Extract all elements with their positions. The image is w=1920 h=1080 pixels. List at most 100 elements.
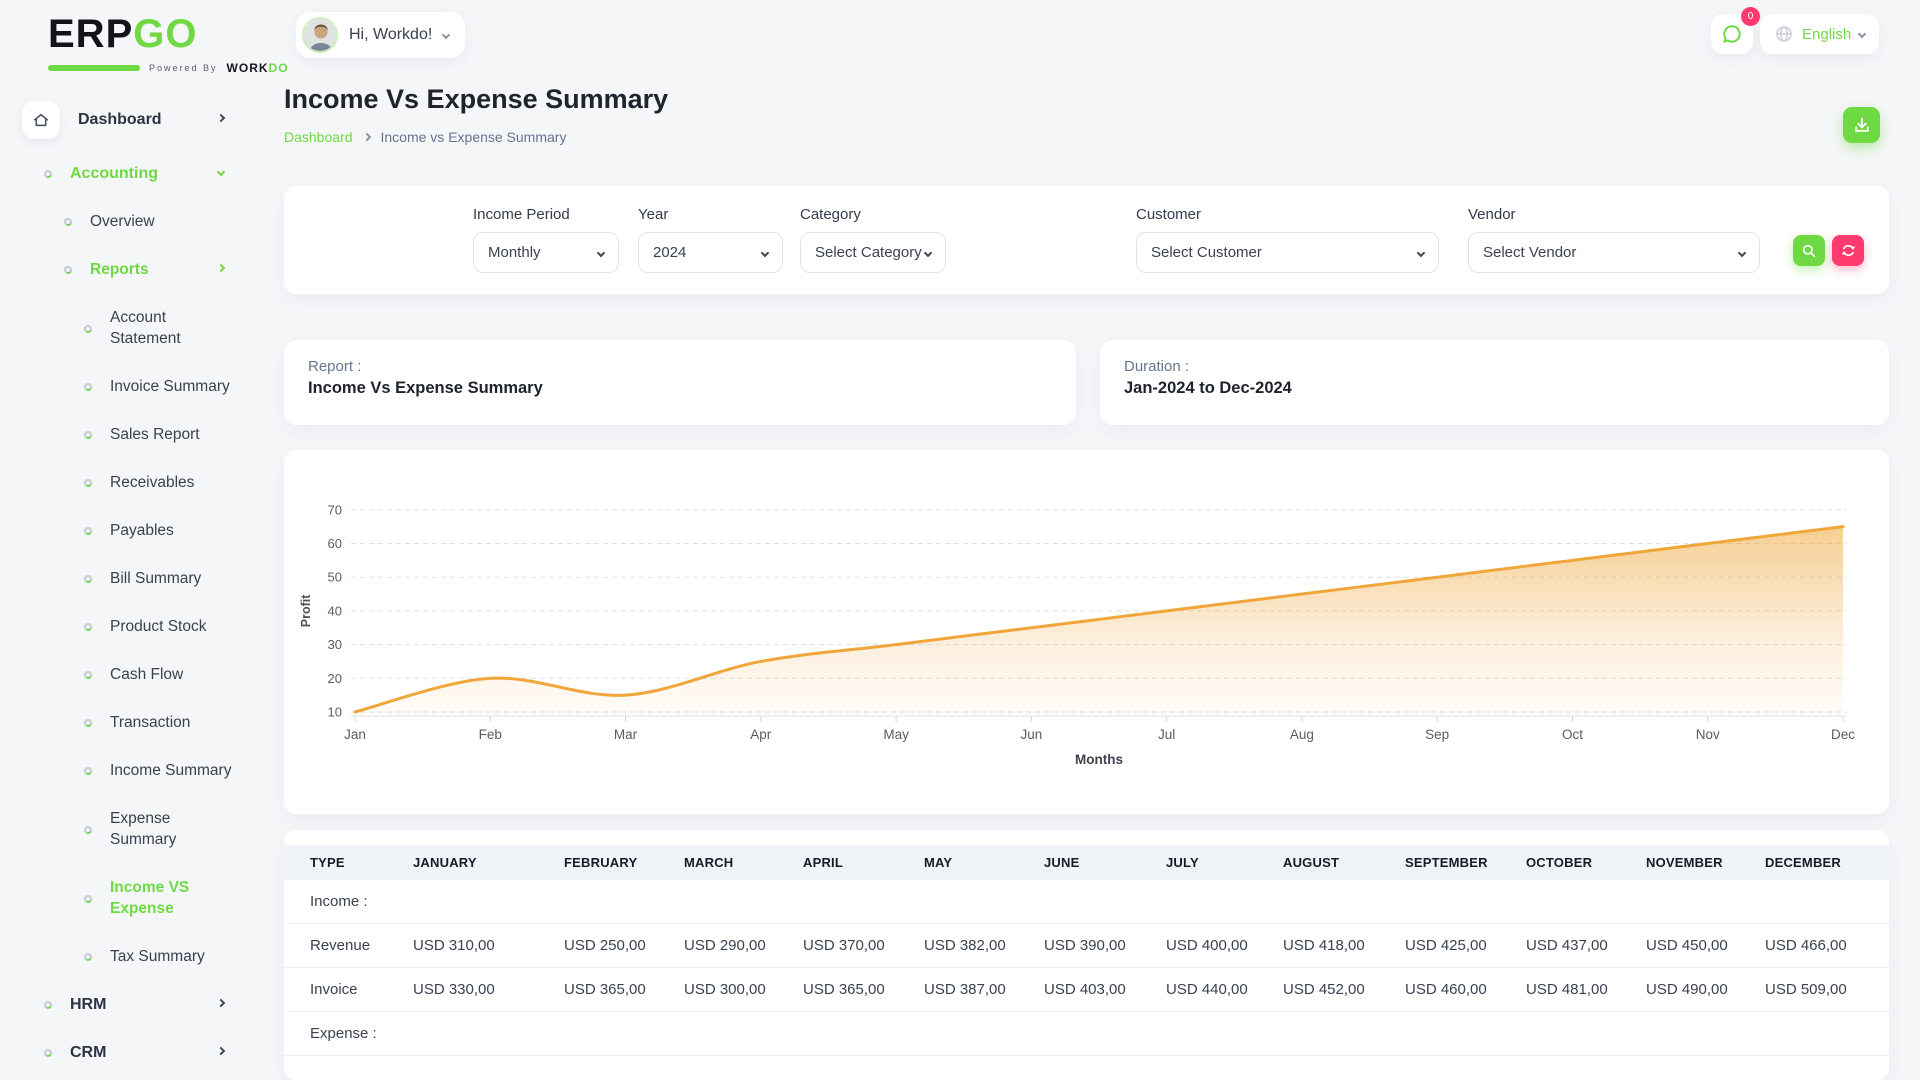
messages-button[interactable]: 0 xyxy=(1711,14,1753,54)
sidebar-item-dashboard[interactable]: Dashboard xyxy=(0,96,240,144)
table-row-revenue: RevenueUSD 310,00USD 250,00USD 290,00USD… xyxy=(284,924,1889,968)
row-value: USD 290,00 xyxy=(684,924,803,968)
sidebar-item-payables[interactable]: Payables xyxy=(0,507,240,555)
sidebar-item-expense-summary[interactable]: Expense Summary xyxy=(0,795,240,864)
select-value: Select Customer xyxy=(1151,244,1262,261)
filter-label: Vendor xyxy=(1468,206,1760,223)
year-select[interactable]: 2024 xyxy=(638,232,783,273)
sidebar-item-label: Income VS Expense xyxy=(110,878,202,920)
sidebar-item-label: Sales Report xyxy=(110,425,200,446)
table-section-row: Income : xyxy=(284,880,1889,924)
bullet-icon xyxy=(83,824,93,834)
home-icon xyxy=(22,101,60,139)
sidebar-item-hrm[interactable]: HRM xyxy=(0,981,240,1029)
sidebar-item-sales-report[interactable]: Sales Report xyxy=(0,411,240,459)
income-expense-chart-card: 10203040506070JanFebMarAprMayJunJulAugSe… xyxy=(284,450,1889,814)
table-header-march: MARCH xyxy=(684,845,803,880)
bullet-icon xyxy=(43,1000,53,1010)
chevron-down-icon xyxy=(597,248,605,256)
sidebar-item-overview[interactable]: Overview xyxy=(0,198,240,246)
row-value: USD 403,00 xyxy=(1044,968,1166,1012)
logo-underline xyxy=(48,65,140,71)
sidebar-item-income-vs-expense[interactable]: Income VS Expense xyxy=(0,864,240,933)
table-header-june: JUNE xyxy=(1044,845,1166,880)
svg-text:Sep: Sep xyxy=(1425,727,1449,742)
sidebar-item-label: Transaction xyxy=(110,713,190,734)
filter-label: Customer xyxy=(1136,206,1439,223)
row-value: USD 390,00 xyxy=(1044,924,1166,968)
svg-text:Jan: Jan xyxy=(344,727,366,742)
row-value: USD 437,00 xyxy=(1526,924,1646,968)
app-logo[interactable]: ERPGO Powered By WORKDO xyxy=(48,14,289,75)
sidebar-item-income-summary[interactable]: Income Summary xyxy=(0,747,240,795)
svg-text:Months: Months xyxy=(1075,752,1123,767)
search-button[interactable] xyxy=(1793,235,1825,266)
bullet-icon xyxy=(83,323,93,333)
chevron-right-icon xyxy=(217,999,225,1007)
table-row-invoice: InvoiceUSD 330,00USD 365,00USD 300,00USD… xyxy=(284,968,1889,1012)
sidebar-item-label: Invoice Summary xyxy=(110,377,230,398)
table-header-december: DECEMBER xyxy=(1765,845,1889,880)
filter-field-vendor: Vendor Select Vendor xyxy=(1468,206,1760,273)
filter-field-income-period: Income PeriodMonthly xyxy=(473,206,619,273)
sidebar-item-accounting[interactable]: Accounting xyxy=(0,150,240,198)
sidebar-item-label: HRM xyxy=(70,994,106,1016)
sidebar-item-label: Payables xyxy=(110,521,174,542)
income-expense-table: TYPEJANUARYFEBRUARYMARCHAPRILMAYJUNEJULY… xyxy=(284,845,1889,1056)
page-title: Income Vs Expense Summary xyxy=(284,84,668,115)
svg-text:Profit: Profit xyxy=(299,594,313,627)
table-section-row: Expense : xyxy=(284,1012,1889,1056)
svg-text:Nov: Nov xyxy=(1696,727,1720,742)
bullet-icon xyxy=(83,430,93,440)
language-label: English xyxy=(1802,26,1851,43)
sidebar-item-crm[interactable]: CRM xyxy=(0,1029,240,1077)
chevron-down-icon xyxy=(1738,248,1746,256)
svg-text:Aug: Aug xyxy=(1290,727,1314,742)
category-select[interactable]: Select Category xyxy=(800,232,946,273)
filter-label: Category xyxy=(800,206,946,223)
sidebar-item-reports[interactable]: Reports xyxy=(0,246,240,294)
sidebar-item-receivables[interactable]: Receivables xyxy=(0,459,240,507)
download-icon xyxy=(1853,116,1871,134)
sidebar-item-tax-summary[interactable]: Tax Summary xyxy=(0,933,240,981)
chevron-down-icon xyxy=(442,31,450,39)
row-value: USD 365,00 xyxy=(564,968,684,1012)
report-card: Report : Income Vs Expense Summary xyxy=(284,340,1076,425)
sidebar-item-transaction[interactable]: Transaction xyxy=(0,699,240,747)
row-value: USD 450,00 xyxy=(1646,924,1765,968)
search-icon xyxy=(1801,243,1817,259)
svg-text:Jul: Jul xyxy=(1158,727,1175,742)
user-menu[interactable]: Hi, Workdo! xyxy=(296,12,465,58)
download-button[interactable] xyxy=(1843,107,1880,143)
row-value: USD 481,00 xyxy=(1526,968,1646,1012)
breadcrumb: Dashboard Income vs Expense Summary xyxy=(284,129,566,145)
bullet-icon xyxy=(63,265,73,275)
svg-text:60: 60 xyxy=(328,536,342,551)
table-header-july: JULY xyxy=(1166,845,1283,880)
sidebar-item-label: Tax Summary xyxy=(110,947,205,968)
chevron-right-icon xyxy=(217,264,225,272)
select-value: Select Category xyxy=(815,244,922,261)
customer-select[interactable]: Select Customer xyxy=(1136,232,1439,273)
select-value: Monthly xyxy=(488,244,541,261)
breadcrumb-dashboard-link[interactable]: Dashboard xyxy=(284,129,353,145)
row-value: USD 418,00 xyxy=(1283,924,1405,968)
table-header-may: MAY xyxy=(924,845,1044,880)
chevron-down-icon xyxy=(217,168,225,176)
row-type: Invoice xyxy=(284,968,413,1012)
sidebar-item-invoice-summary[interactable]: Invoice Summary xyxy=(0,363,240,411)
sidebar-item-label: Cash Flow xyxy=(110,665,183,686)
sidebar-item-product-stock[interactable]: Product Stock xyxy=(0,603,240,651)
income-period-select[interactable]: Monthly xyxy=(473,232,619,273)
sidebar-item-label: Reports xyxy=(90,260,149,281)
sidebar-item-cash-flow[interactable]: Cash Flow xyxy=(0,651,240,699)
report-label: Report : xyxy=(308,358,1052,375)
sidebar-item-label: Bill Summary xyxy=(110,569,201,590)
svg-text:May: May xyxy=(883,727,909,742)
sidebar-item-label: Income Summary xyxy=(110,761,231,782)
vendor-select[interactable]: Select Vendor xyxy=(1468,232,1760,273)
sidebar-item-account-statement[interactable]: Account Statement xyxy=(0,294,240,363)
language-selector[interactable]: English xyxy=(1760,14,1879,54)
sidebar-item-bill-summary[interactable]: Bill Summary xyxy=(0,555,240,603)
reset-button[interactable] xyxy=(1832,235,1864,266)
